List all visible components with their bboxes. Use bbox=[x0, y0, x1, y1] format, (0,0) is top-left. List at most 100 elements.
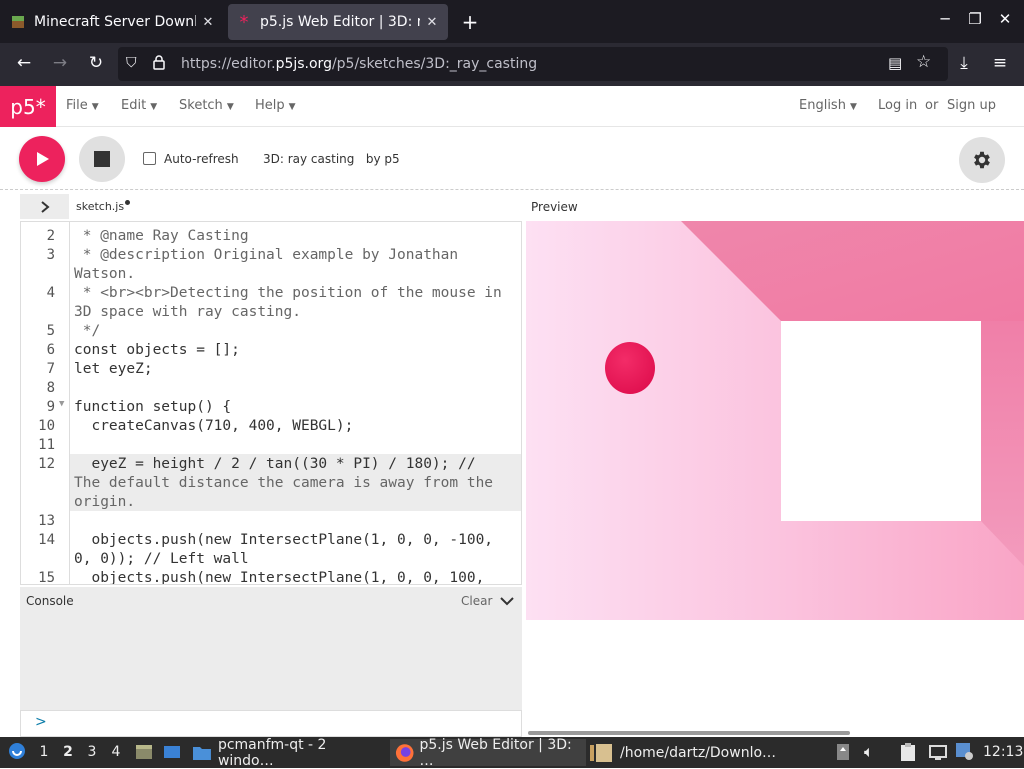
pink-sphere bbox=[605, 342, 655, 394]
line-number: 11 bbox=[38, 437, 55, 453]
horizontal-scrollbar[interactable] bbox=[528, 731, 850, 735]
code-line: 3D space with ray casting. bbox=[74, 304, 301, 320]
sketch-author: by p5 bbox=[365, 152, 400, 166]
unsaved-dot-icon bbox=[125, 200, 131, 205]
language-select[interactable]: English ▼ bbox=[799, 98, 857, 113]
stop-icon bbox=[94, 151, 110, 167]
line-number: 7 bbox=[46, 361, 55, 377]
start-menu-icon[interactable] bbox=[8, 742, 26, 764]
white-box bbox=[781, 321, 981, 521]
console-output bbox=[20, 616, 522, 710]
back-arrow-icon[interactable]: ← bbox=[12, 53, 36, 73]
file-tab-sketch-js[interactable]: sketch.js bbox=[76, 200, 131, 213]
auto-refresh-checkbox[interactable] bbox=[143, 152, 156, 165]
minimize-icon[interactable]: ─ bbox=[935, 10, 955, 28]
code-line: objects.push(new IntersectPlane(1, 0, 0,… bbox=[74, 532, 494, 548]
p5-header: p5* File ▼ Edit ▼ Sketch ▼ Help ▼ English ▼ L… bbox=[0, 86, 1024, 127]
code-editor[interactable]: 2 3 4 5 6 7 8 9 10 11 12 13 14 15 ▼ * @name Ray Casti… bbox=[20, 221, 522, 585]
menu-help[interactable]: Help ▼ bbox=[255, 98, 296, 113]
menu-edit[interactable]: Edit ▼ bbox=[121, 98, 157, 113]
code-line: 0, 0)); // Left wall bbox=[74, 551, 249, 567]
bookmark-star-icon[interactable]: ☆ bbox=[916, 52, 931, 72]
code-line: The default distance the camera is away … bbox=[74, 475, 494, 491]
chevron-right-icon bbox=[40, 200, 50, 213]
code-line: createCanvas(710, 400, WEBGL); bbox=[74, 418, 354, 434]
console-input[interactable]: > bbox=[20, 710, 522, 737]
line-number: 3 bbox=[46, 247, 55, 263]
shield-icon[interactable]: ⛉ bbox=[126, 55, 137, 71]
desktop-1[interactable]: 1 bbox=[34, 744, 54, 760]
display-icon[interactable] bbox=[928, 742, 948, 766]
menu-sketch[interactable]: Sketch ▼ bbox=[179, 98, 234, 113]
volume-icon[interactable]: 🔈︎ bbox=[864, 742, 874, 762]
login-link[interactable]: Log in bbox=[878, 98, 917, 113]
line-number: 2 bbox=[46, 228, 55, 244]
menu-file[interactable]: File ▼ bbox=[66, 98, 99, 113]
browser-tab-bar: Minecraft Server Downlo ✕ * p5.js Web Ed… bbox=[0, 0, 1024, 43]
auto-refresh-label: Auto-refresh bbox=[164, 152, 239, 166]
forward-arrow-icon[interactable]: → bbox=[48, 53, 72, 73]
settings-button[interactable] bbox=[959, 137, 1005, 183]
preview-label: Preview bbox=[531, 200, 578, 214]
new-tab-button[interactable]: + bbox=[458, 10, 482, 34]
code-line: let eyeZ; bbox=[74, 361, 153, 377]
lock-icon[interactable] bbox=[152, 54, 166, 74]
play-icon bbox=[37, 152, 49, 166]
clipboard-icon[interactable] bbox=[898, 742, 918, 766]
p5-logo[interactable]: p5* bbox=[0, 86, 56, 127]
chevron-down-icon: ▼ bbox=[150, 102, 158, 112]
taskbar-app-terminal[interactable]: /home/dartz/Downlo… bbox=[590, 739, 786, 766]
play-button[interactable] bbox=[19, 136, 65, 182]
console-prompt-icon: > bbox=[35, 714, 47, 730]
desktop-2[interactable]: 2 bbox=[58, 744, 78, 760]
line-number: 10 bbox=[38, 418, 55, 434]
desktop-4[interactable]: 4 bbox=[106, 744, 126, 760]
or-text: or bbox=[925, 98, 939, 113]
preview-canvas[interactable] bbox=[526, 221, 1024, 620]
svg-text:*: * bbox=[240, 14, 249, 30]
code-line: objects.push(new IntersectPlane(1, 0, 0,… bbox=[74, 570, 485, 585]
reload-icon[interactable]: ↻ bbox=[84, 53, 108, 73]
code-line: */ bbox=[74, 323, 101, 339]
network-icon[interactable] bbox=[954, 741, 974, 765]
terminal-icon bbox=[590, 743, 612, 762]
fold-marker-icon[interactable]: ▼ bbox=[59, 399, 64, 409]
line-number: 13 bbox=[38, 513, 55, 529]
line-number: 15 bbox=[38, 570, 55, 585]
taskbar-app-pcmanfm[interactable]: pcmanfm-qt - 2 windo… bbox=[192, 737, 386, 769]
sketch-toolbar: Auto-refresh 3D: ray casting by p5 bbox=[0, 128, 1024, 190]
code-line: eyeZ = height / 2 / tan((30 * PI) / 180)… bbox=[74, 456, 476, 472]
browser-tab-minecraft[interactable]: Minecraft Server Downlo ✕ bbox=[2, 4, 224, 40]
sidebar-toggle-button[interactable] bbox=[20, 194, 69, 219]
download-icon[interactable]: ⤓ bbox=[952, 53, 976, 73]
desktop-show-icon[interactable] bbox=[162, 742, 182, 766]
line-number: 14 bbox=[38, 532, 55, 548]
stop-button[interactable] bbox=[79, 136, 125, 182]
p5js-asterisk-icon: * bbox=[236, 14, 252, 30]
tab-label: Minecraft Server Downlo bbox=[34, 14, 196, 30]
reader-view-icon[interactable]: ▤ bbox=[888, 54, 902, 72]
desktop-3[interactable]: 3 bbox=[82, 744, 102, 760]
taskbar-app-firefox[interactable]: p5.js Web Editor | 3D: … bbox=[390, 737, 586, 769]
minecraft-grass-block-icon bbox=[10, 14, 26, 30]
file-manager-launcher-icon[interactable] bbox=[134, 742, 154, 766]
console-header: Console Clear bbox=[20, 587, 522, 616]
browser-tab-p5js[interactable]: * p5.js Web Editor | 3D: ray ✕ bbox=[228, 4, 448, 40]
line-number: 4 bbox=[46, 285, 55, 301]
close-icon[interactable]: ✕ bbox=[200, 15, 216, 30]
signup-link[interactable]: Sign up bbox=[947, 98, 996, 113]
console-clear-button[interactable]: Clear bbox=[461, 594, 492, 608]
tray-scroll-icon[interactable] bbox=[836, 743, 850, 765]
line-number: 6 bbox=[46, 342, 55, 358]
tab-label: p5.js Web Editor | 3D: ray bbox=[260, 14, 420, 30]
restore-icon[interactable]: ❐ bbox=[965, 10, 985, 28]
url-text: https://editor.p5js.org/p5/sketches/3D:_… bbox=[181, 56, 538, 72]
url-bar[interactable]: ⛉ https://editor.p5js.org/p5/sketches/3D… bbox=[118, 47, 948, 81]
line-number: 12 bbox=[38, 456, 55, 472]
close-icon[interactable]: ✕ bbox=[424, 15, 440, 30]
hamburger-menu-icon[interactable]: ≡ bbox=[988, 53, 1012, 73]
code-line: * @description Original example by Jonat… bbox=[74, 247, 459, 263]
code-line: Watson. bbox=[74, 266, 136, 282]
sketch-title: 3D: ray casting by p5 bbox=[263, 152, 400, 166]
window-close-icon[interactable]: ✕ bbox=[995, 10, 1015, 28]
